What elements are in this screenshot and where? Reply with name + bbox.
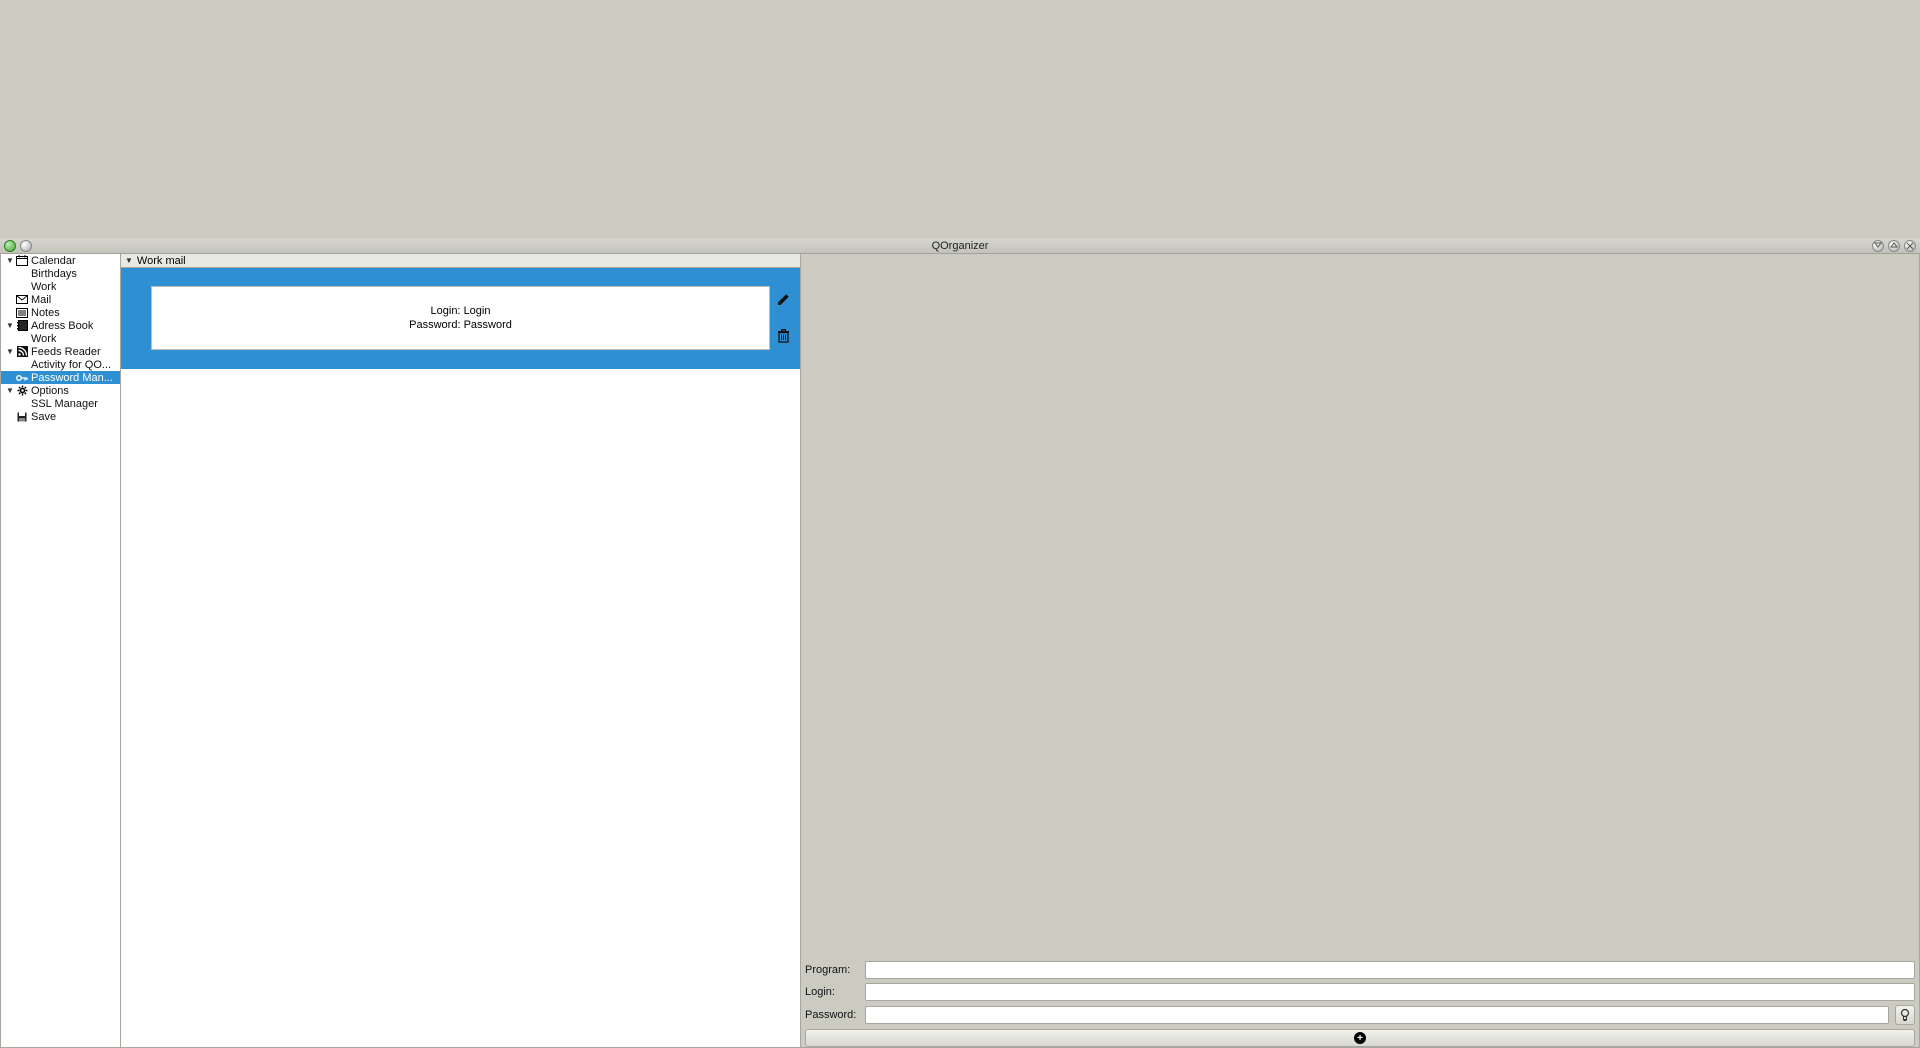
entry-card: Login: Login Password: Password bbox=[151, 286, 770, 350]
chevron-down-icon[interactable]: ▼ bbox=[5, 386, 15, 395]
sidebar-item-label: Calendar bbox=[29, 255, 76, 267]
program-label: Program: bbox=[805, 964, 859, 976]
entry-password-line: Password: Password bbox=[409, 319, 512, 331]
sidebar-tree[interactable]: ▼ Calendar Birthdays Work Mail No bbox=[1, 254, 121, 1047]
chevron-down-icon[interactable]: ▼ bbox=[5, 321, 15, 330]
section-title: Work mail bbox=[137, 255, 186, 267]
window-button[interactable] bbox=[20, 240, 32, 252]
password-input[interactable] bbox=[865, 1006, 1889, 1024]
sidebar-item-options[interactable]: ▼ Options bbox=[1, 384, 120, 397]
calendar-icon bbox=[15, 255, 29, 267]
entries-panel: ▼ Work mail Login: Login Password: Passw… bbox=[121, 254, 801, 1047]
sidebar-item-label: Adress Book bbox=[29, 320, 93, 332]
plus-icon: + bbox=[1354, 1032, 1366, 1044]
sidebar-item-save[interactable]: Save bbox=[1, 410, 120, 423]
sidebar-item-label: Mail bbox=[29, 294, 51, 306]
window-title: QOrganizer bbox=[932, 240, 989, 252]
minimize-button[interactable] bbox=[1872, 240, 1884, 252]
edit-icon[interactable] bbox=[775, 292, 791, 308]
sidebar-item-label: Work bbox=[29, 281, 56, 293]
sidebar-item-label: Options bbox=[29, 385, 69, 397]
chevron-down-icon[interactable]: ▼ bbox=[125, 256, 133, 265]
sidebar-item-feeds[interactable]: ▼ Feeds Reader bbox=[1, 345, 120, 358]
program-input[interactable] bbox=[865, 961, 1915, 979]
sidebar-item-label: Notes bbox=[29, 307, 60, 319]
maximize-button[interactable] bbox=[1888, 240, 1900, 252]
top-empty-region bbox=[0, 0, 1920, 238]
sidebar-item-label: Work bbox=[29, 333, 56, 345]
addressbook-icon bbox=[15, 320, 29, 332]
sidebar-item-label: SSL Manager bbox=[29, 398, 98, 410]
close-button[interactable] bbox=[1904, 240, 1916, 252]
delete-icon[interactable] bbox=[775, 328, 791, 344]
sidebar-item-mail[interactable]: Mail bbox=[1, 293, 120, 306]
sidebar-item-work-calendar[interactable]: Work bbox=[1, 280, 120, 293]
add-entry-button[interactable]: + bbox=[805, 1029, 1915, 1047]
chevron-down-icon[interactable]: ▼ bbox=[5, 256, 15, 265]
chevron-down-icon[interactable]: ▼ bbox=[5, 347, 15, 356]
lightbulb-icon bbox=[1899, 1008, 1911, 1022]
sidebar-item-ssl-manager[interactable]: SSL Manager bbox=[1, 397, 120, 410]
section-header[interactable]: ▼ Work mail bbox=[121, 254, 800, 268]
feed-icon bbox=[15, 346, 29, 358]
sidebar-item-label: Save bbox=[29, 411, 56, 423]
sidebar-item-notes[interactable]: Notes bbox=[1, 306, 120, 319]
app-main-area: ▼ Calendar Birthdays Work Mail No bbox=[0, 254, 1920, 1048]
sidebar-item-addressbook[interactable]: ▼ Adress Book bbox=[1, 319, 120, 332]
app-icon bbox=[4, 240, 16, 252]
sidebar-item-password-manager[interactable]: Password Man... bbox=[1, 371, 120, 384]
sidebar-item-label: Activity for QO... bbox=[29, 359, 111, 371]
key-icon bbox=[15, 372, 29, 384]
sidebar-item-label: Birthdays bbox=[29, 268, 77, 280]
sidebar-item-label: Feeds Reader bbox=[29, 346, 101, 358]
sidebar-item-label: Password Man... bbox=[29, 372, 113, 384]
save-icon bbox=[15, 411, 29, 423]
notes-icon bbox=[15, 307, 29, 319]
login-input[interactable] bbox=[865, 983, 1915, 1001]
details-panel: Program: Login: Password: + bbox=[801, 254, 1919, 1047]
login-label: Login: bbox=[805, 986, 859, 998]
password-entry[interactable]: Login: Login Password: Password bbox=[121, 268, 800, 369]
gear-icon bbox=[15, 385, 29, 397]
entry-login-line: Login: Login bbox=[431, 305, 491, 317]
sidebar-item-birthdays[interactable]: Birthdays bbox=[1, 267, 120, 280]
sidebar-item-work-address[interactable]: Work bbox=[1, 332, 120, 345]
mail-icon bbox=[15, 294, 29, 306]
sidebar-item-feed-child[interactable]: Activity for QO... bbox=[1, 358, 120, 371]
sidebar-item-calendar[interactable]: ▼ Calendar bbox=[1, 254, 120, 267]
window-title-bar: QOrganizer bbox=[0, 238, 1920, 254]
add-entry-form: Program: Login: Password: + bbox=[805, 961, 1915, 1047]
generate-password-button[interactable] bbox=[1895, 1005, 1915, 1025]
password-label: Password: bbox=[805, 1009, 859, 1021]
